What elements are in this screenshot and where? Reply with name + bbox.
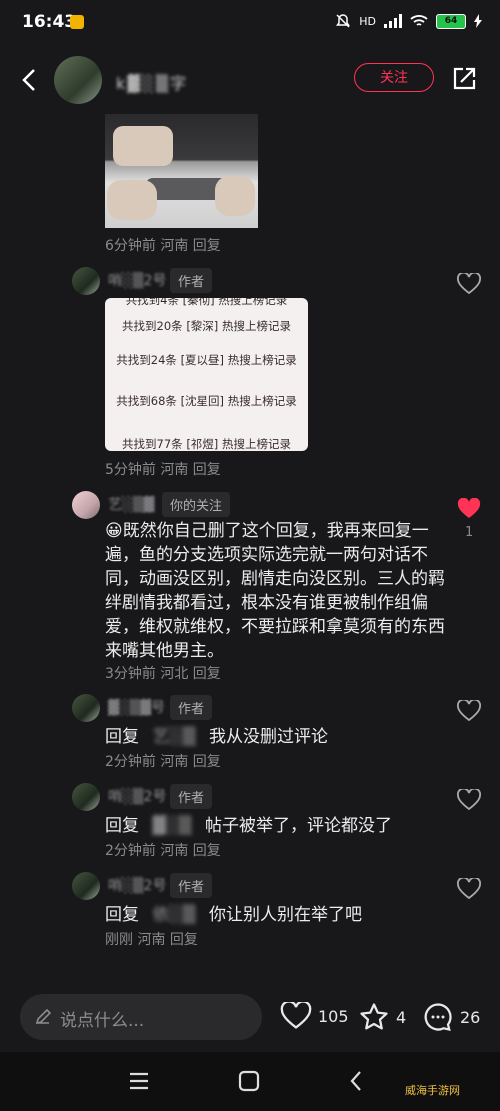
comment-meta: 3分钟前 河北 回复 [105,666,221,682]
reply-prefix: 回复 [105,816,139,836]
comment-meta: 2分钟前 河南 回复 [105,843,221,859]
commenter-avatar[interactable] [72,694,100,722]
commenter-avatar[interactable] [72,491,100,519]
author-tag: 作者 [170,784,213,809]
author-avatar[interactable] [54,56,102,104]
header: k▓░▒字 关注 [0,46,500,116]
comment-text: 我从没删过评论 [208,727,328,747]
comment-text: 帖子被举了，评论都没了 [205,816,393,836]
follow-button[interactable]: 关注 [354,63,434,92]
back-nav-icon[interactable] [348,1069,364,1093]
comment-button[interactable]: 26 [422,1002,480,1032]
commenter-name[interactable]: 哨░▒2号 [108,270,166,290]
favorite-button[interactable]: 4 [358,1002,406,1032]
battery-level: 64 [444,16,458,26]
app-notification-icon [70,15,84,29]
commenter-avatar[interactable] [72,872,100,900]
reply-text-row: 回复 ▓░▒ 帖子被举了，评论都没了 [105,814,445,838]
share-icon[interactable] [451,66,477,92]
star-icon [360,1003,388,1030]
commenter-avatar[interactable] [72,267,100,295]
commenter-name[interactable]: 哨░▒2号 [108,875,166,895]
heart-icon[interactable] [457,700,481,722]
wifi-icon [410,15,428,26]
image-line: 共找到4条 [秦彻] 热搜上榜记录 [125,298,288,307]
author-tag: 作者 [170,695,213,720]
reply-target[interactable]: 依░▒ [152,903,195,927]
comment-meta: 6分钟前 河南 回复 [105,238,221,254]
comment-meta: 刚刚 河南 回复 [105,932,198,948]
commenter-name[interactable]: 哨░▒2号 [108,786,166,806]
commenter-name[interactable]: 艺░▒▓ [108,494,154,514]
like-button[interactable]: 105 [280,1002,349,1030]
comment-meta: 2分钟前 河南 回复 [105,754,221,770]
bottom-action-bar: 说点什么... 105 4 26 [0,988,500,1048]
status-time: 16:43 [22,12,77,32]
like-total: 105 [318,1006,349,1026]
image-line: 共找到68条 [沈星回] 热搜上榜记录 [116,394,297,408]
comment-total: 26 [460,1007,481,1027]
status-bar: 16:43 HD 64 [0,0,500,46]
comment-input[interactable]: 说点什么... [20,994,262,1040]
reply-target[interactable]: 艺░▒ [152,725,195,749]
comment-image[interactable] [105,114,258,228]
home-icon[interactable] [238,1070,260,1092]
reply-text-row: 回复 依░▒ 你让别人别在举了吧 [105,903,445,927]
comment-bubble-icon [424,1003,452,1031]
commenter-avatar[interactable] [72,783,100,811]
commenter-name[interactable]: ▓░▒▓号 [108,697,165,717]
battery-icon: 64 [436,13,466,29]
comment-image-text[interactable]: 共找到4条 [秦彻] 热搜上榜记录 共找到20条 [黎深] 热搜上榜记录 共找到… [105,298,308,451]
comment-meta: 5分钟前 河南 回复 [105,462,221,478]
image-line: 共找到24条 [夏以昼] 热搜上榜记录 [116,353,297,367]
reply-text-row: 回复 艺░▒ 我从没删过评论 [105,725,445,749]
heart-icon[interactable] [457,878,481,900]
pencil-icon [35,1008,52,1025]
following-tag: 你的关注 [162,492,231,517]
reply-prefix: 回复 [105,727,139,747]
author-name[interactable]: k▓░▒字 [116,70,188,94]
comment-text: 😀既然你自己删了这个回复，我再来回复一遍，鱼的分支选项实际选完就一两句对话不同，… [105,521,445,661]
image-line: 共找到77条 [祁煜] 热搜上榜记录 [122,437,291,451]
signal-icon [384,14,402,28]
back-icon[interactable] [18,66,44,94]
reply-prefix: 回复 [105,905,139,925]
heart-icon [280,1002,312,1029]
favorite-total: 4 [396,1007,407,1027]
watermark-logo: 威海手游网 [405,1084,460,1097]
status-icons: HD 64 [335,13,482,29]
heart-filled-icon[interactable] [457,498,481,520]
comment-text: 你让别人别在举了吧 [208,905,362,925]
reply-target[interactable]: ▓░▒ [152,814,191,838]
like-count: 1 [465,525,474,540]
author-tag: 作者 [170,268,213,293]
image-line: 共找到20条 [黎深] 热搜上榜记录 [122,319,291,333]
mute-bell-icon [336,14,351,28]
charging-icon [474,14,482,28]
network-label: HD [359,14,376,28]
author-tag: 作者 [170,873,213,898]
heart-icon[interactable] [457,789,481,811]
menu-icon[interactable] [128,1071,150,1091]
heart-icon[interactable] [457,273,481,295]
input-placeholder: 说点什么... [60,1011,145,1031]
